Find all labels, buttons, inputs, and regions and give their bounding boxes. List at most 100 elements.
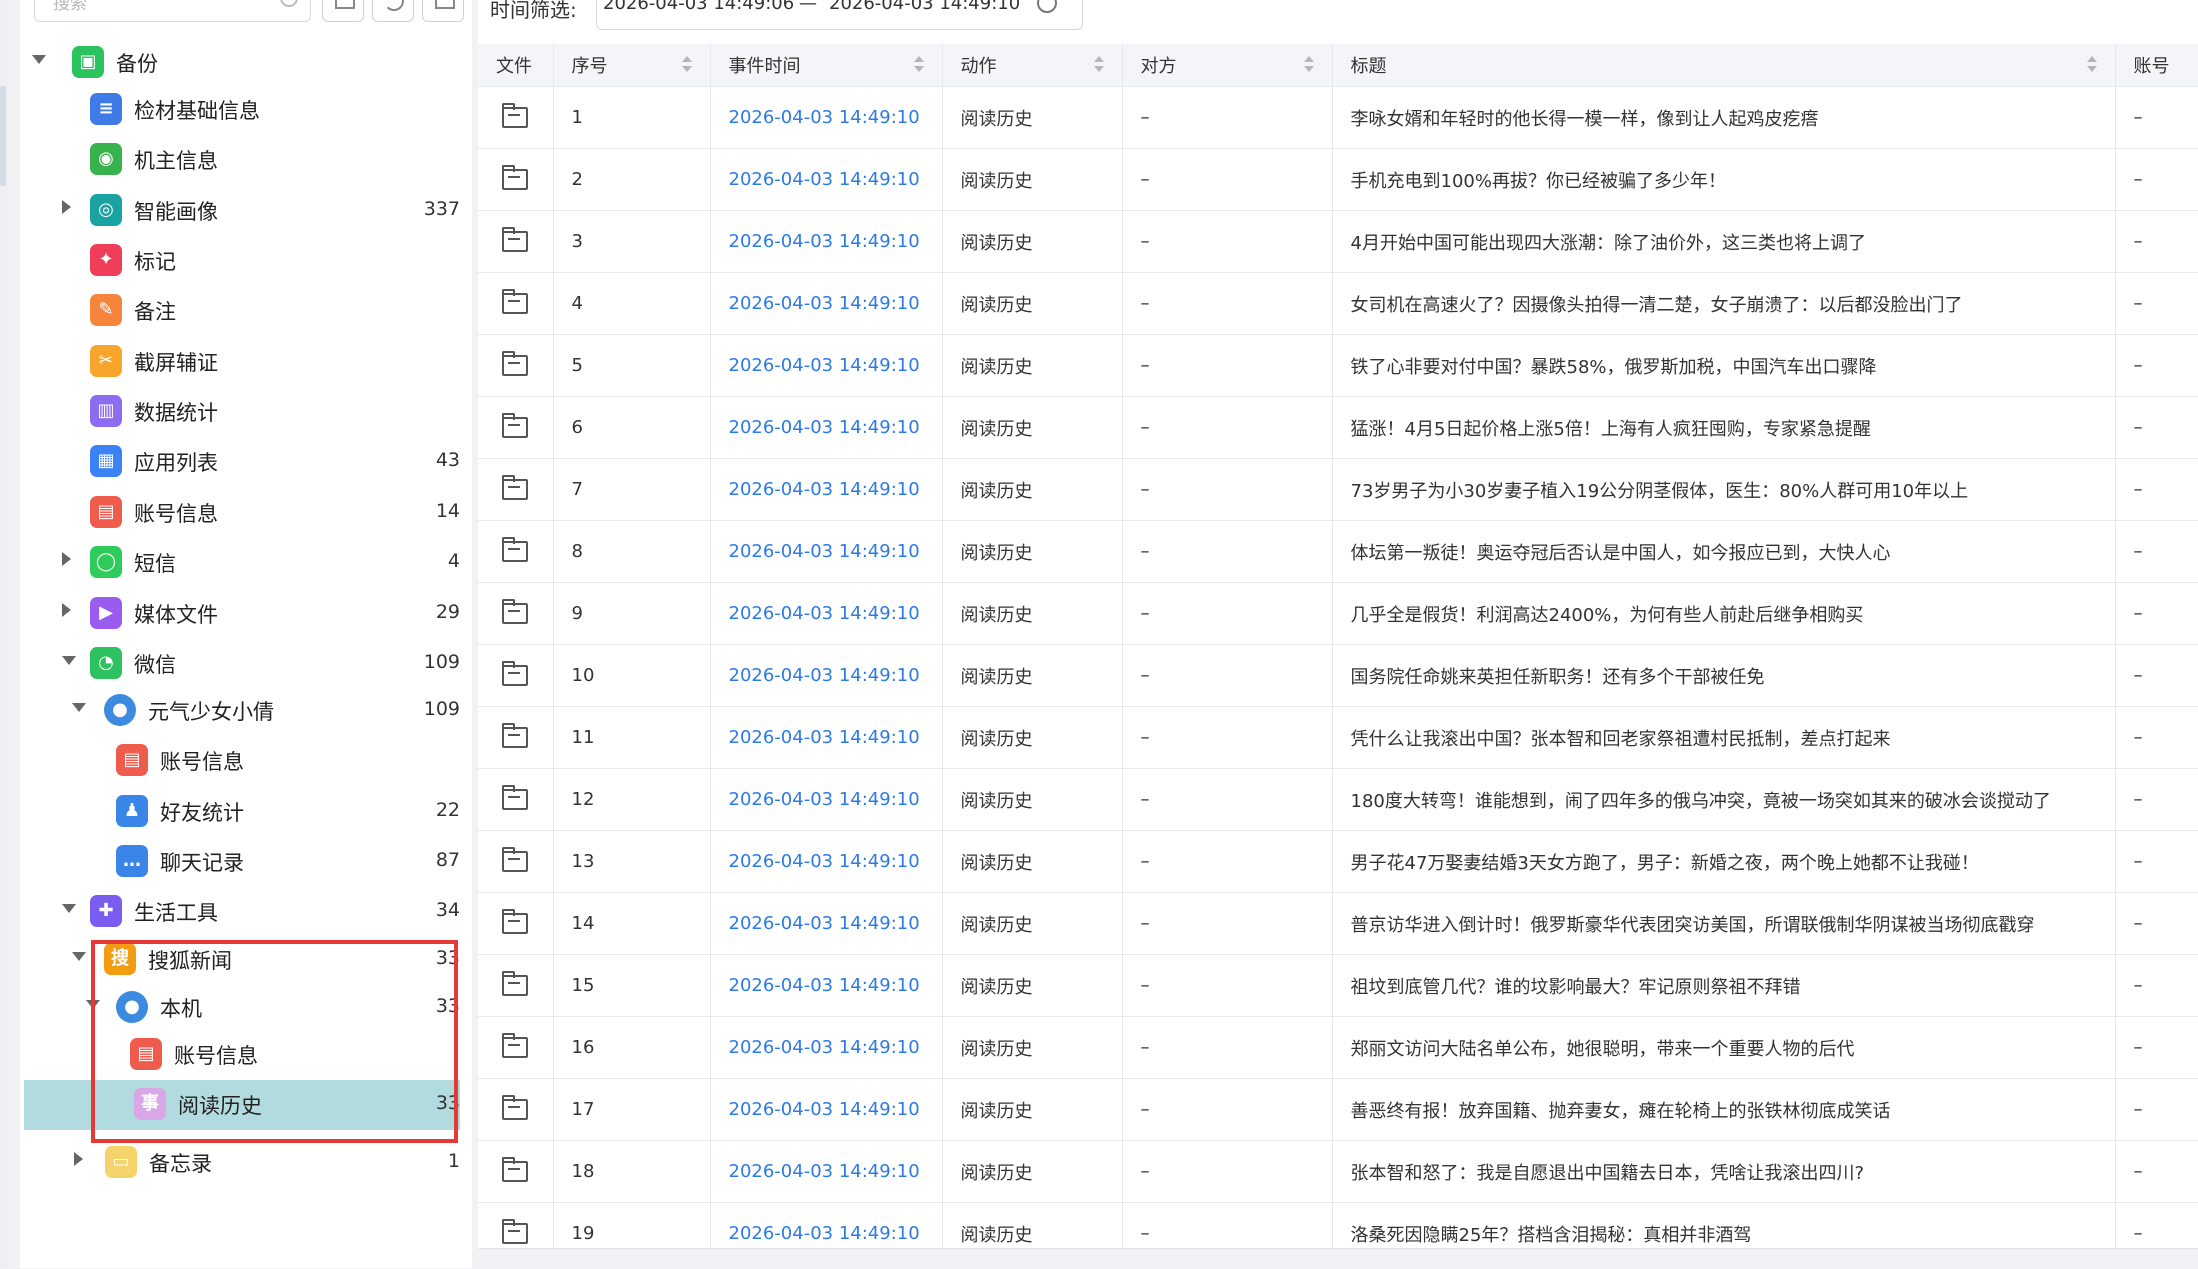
folder-icon[interactable] (502, 1033, 529, 1059)
file-cell[interactable] (478, 582, 554, 645)
folder-icon[interactable] (502, 413, 529, 439)
table-row[interactable]: 14 2026-04-03 14:49:10 阅读历史 – 普京访华进入倒计时！俄罗斯豪… (478, 892, 2198, 955)
horizontal-scrollbar[interactable] (478, 1248, 2198, 1269)
table-row[interactable]: 5 2026-04-03 14:49:10 阅读历史 – 铁了心非要对付中国？暴跌58%… (478, 334, 2198, 397)
folder-icon[interactable] (502, 661, 529, 687)
time-range-end[interactable]: 2026-04-03 14:49:10 (829, 0, 1020, 14)
sidebar-tree-item[interactable]: ● 本机 33 (20, 983, 460, 1033)
time-range-start[interactable]: 2026-04-03 14:49:06 (603, 0, 794, 14)
sidebar-tree-item[interactable]: … 聊天记录 87 (20, 837, 460, 887)
file-cell[interactable] (478, 1140, 554, 1203)
folder-icon[interactable] (502, 537, 529, 563)
table-row[interactable]: 6 2026-04-03 14:49:10 阅读历史 – 猛涨！4月5日起价格上涨5倍！… (478, 396, 2198, 459)
table-row[interactable]: 12 2026-04-03 14:49:10 阅读历史 –180度大转弯！谁能想到，闹… (478, 768, 2198, 831)
table-row[interactable]: 7 2026-04-03 14:49:10 阅读历史 –73岁男子为小30岁妻子植入1… (478, 458, 2198, 521)
search-input[interactable]: 搜索 (34, 0, 311, 22)
folder-icon[interactable] (502, 289, 529, 315)
sidebar-tree-item[interactable]: ▥ 数据统计 (20, 387, 460, 437)
expand-arrow-right-icon[interactable] (62, 603, 71, 617)
table-row[interactable]: 8 2026-04-03 14:49:10 阅读历史 – 体坛第一叛徒！奥运夺冠后否认是… (478, 520, 2198, 583)
file-cell[interactable] (478, 272, 554, 335)
column-header-seq[interactable]: 序号 (553, 44, 711, 87)
table-row[interactable]: 3 2026-04-03 14:49:10 阅读历史 –4月开始中国可能出现四大涨潮：… (478, 210, 2198, 273)
table-row[interactable]: 4 2026-04-03 14:49:10 阅读历史 – 女司机在高速火了？因摄像头拍得… (478, 272, 2198, 335)
sidebar-tree-item[interactable]: ● 元气少女小倩 109 (20, 686, 460, 736)
expand-arrow-down-icon[interactable] (72, 952, 86, 961)
sidebar-tree-item[interactable]: ◯ 短信 4 (20, 538, 460, 588)
file-cell[interactable] (478, 1016, 554, 1079)
sidebar-tree-item[interactable]: ▤ 账号信息 14 (20, 488, 460, 538)
column-header-title[interactable]: 标题 (1332, 44, 2116, 87)
table-row[interactable]: 19 2026-04-03 14:49:10 阅读历史 – 洛桑死因隐瞒25年？搭档含泪… (478, 1202, 2198, 1248)
table-row[interactable]: 17 2026-04-03 14:49:10 阅读历史 – 善恶终有报！放弃国籍、抛弃妻… (478, 1078, 2198, 1141)
file-cell[interactable] (478, 1202, 554, 1248)
expand-arrow-right-icon[interactable] (62, 552, 71, 566)
file-cell[interactable] (478, 706, 554, 769)
folder-icon[interactable] (502, 599, 529, 625)
time-range-picker[interactable]: 2026-04-03 14:49:06 — 2026-04-03 14:49:1… (596, 0, 1083, 30)
table-row[interactable]: 15 2026-04-03 14:49:10 阅读历史 – 祖坟到底管几代？谁的坟影响最… (478, 954, 2198, 1017)
sidebar-tree-item[interactable]: ▶ 媒体文件 29 (20, 589, 460, 639)
sidebar-tree-item[interactable]: ▤ 账号信息 (20, 1030, 460, 1080)
folder-icon[interactable] (502, 847, 529, 873)
expand-arrow-down-icon[interactable] (62, 656, 76, 665)
file-cell[interactable] (478, 458, 554, 521)
file-cell[interactable] (478, 520, 554, 583)
column-header-party[interactable]: 对方 (1122, 44, 1333, 87)
sidebar-tree-item[interactable]: ≡ 检材基础信息 (20, 85, 460, 135)
folder-icon[interactable] (502, 723, 529, 749)
sidebar-tree-item[interactable]: ▣ 备份 (20, 38, 460, 88)
table-row[interactable]: 1 2026-04-03 14:49:10 阅读历史 – 李咏女婿和年轻时的他长得一模一… (478, 86, 2198, 149)
sort-icon[interactable] (1093, 56, 1104, 74)
file-cell[interactable] (478, 148, 554, 211)
folder-icon[interactable] (502, 1095, 529, 1121)
expand-arrow-down-icon[interactable] (86, 1000, 100, 1009)
folder-icon[interactable] (502, 103, 529, 129)
table-row[interactable]: 18 2026-04-03 14:49:10 阅读历史 – 张本智和怒了：我是自愿退出中… (478, 1140, 2198, 1203)
expand-arrow-right-icon[interactable] (62, 200, 71, 214)
table-row[interactable]: 10 2026-04-03 14:49:10 阅读历史 – 国务院任命姚来英担任新职务！… (478, 644, 2198, 707)
clock-icon[interactable] (1037, 0, 1057, 13)
sidebar-tree-item[interactable]: ◉ 机主信息 (20, 135, 460, 185)
sidebar-tree-item[interactable]: ▭ 备忘录 1 (20, 1138, 460, 1188)
table-row[interactable]: 16 2026-04-03 14:49:10 阅读历史 – 郑丽文访问大陆名单公布，她很… (478, 1016, 2198, 1079)
expand-arrow-down-icon[interactable] (62, 904, 76, 913)
sidebar-tree-item[interactable]: ▤ 账号信息 (20, 736, 460, 786)
sidebar-tree-item[interactable]: ◎ 智能画像 337 (20, 186, 460, 236)
table-row[interactable]: 11 2026-04-03 14:49:10 阅读历史 – 凭什么让我滚出中国？张本智和… (478, 706, 2198, 769)
sidebar-tree-item[interactable]: ✚ 生活工具 34 (20, 887, 460, 937)
expand-arrow-right-icon[interactable] (74, 1152, 83, 1166)
sidebar-tree-item[interactable]: ♟ 好友统计 22 (20, 787, 460, 837)
sort-icon[interactable] (1303, 56, 1314, 74)
folder-icon[interactable] (502, 1157, 529, 1183)
table-row[interactable]: 13 2026-04-03 14:49:10 阅读历史 – 男子花47万娶妻结婚3天女方… (478, 830, 2198, 893)
file-cell[interactable] (478, 954, 554, 1017)
sidebar-tree-item[interactable]: ✎ 备注 (20, 286, 460, 336)
file-cell[interactable] (478, 830, 554, 893)
file-cell[interactable] (478, 210, 554, 273)
folder-icon[interactable] (502, 785, 529, 811)
sort-icon[interactable] (913, 56, 924, 74)
sidebar-tree-item[interactable]: ◔ 微信 109 (20, 639, 460, 689)
file-cell[interactable] (478, 86, 554, 149)
expand-arrow-down-icon[interactable] (32, 55, 46, 64)
expand-arrow-down-icon[interactable] (72, 703, 86, 712)
column-header-action[interactable]: 动作 (942, 44, 1123, 87)
sidebar-tree-item[interactable]: ✦ 标记 (20, 236, 460, 286)
column-header-event-time[interactable]: 事件时间 (710, 44, 943, 87)
search-icon[interactable] (280, 0, 298, 7)
sidebar-tree-item[interactable]: ▦ 应用列表 43 (20, 437, 460, 487)
sort-icon[interactable] (681, 56, 692, 74)
sort-icon[interactable] (2086, 56, 2097, 74)
file-cell[interactable] (478, 768, 554, 831)
folder-icon[interactable] (502, 227, 529, 253)
table-row[interactable]: 9 2026-04-03 14:49:10 阅读历史 – 几乎全是假货！利润高达2400… (478, 582, 2198, 645)
file-cell[interactable] (478, 644, 554, 707)
folder-icon[interactable] (502, 351, 529, 377)
folder-icon[interactable] (502, 165, 529, 191)
sidebar-tree-item[interactable]: 搜搜狐新闻 33 (20, 935, 460, 985)
sidebar-tree-item[interactable]: ✂ 截屏辅证 (20, 337, 460, 387)
file-cell[interactable] (478, 892, 554, 955)
refresh-button[interactable] (372, 0, 414, 22)
folder-icon[interactable] (502, 909, 529, 935)
